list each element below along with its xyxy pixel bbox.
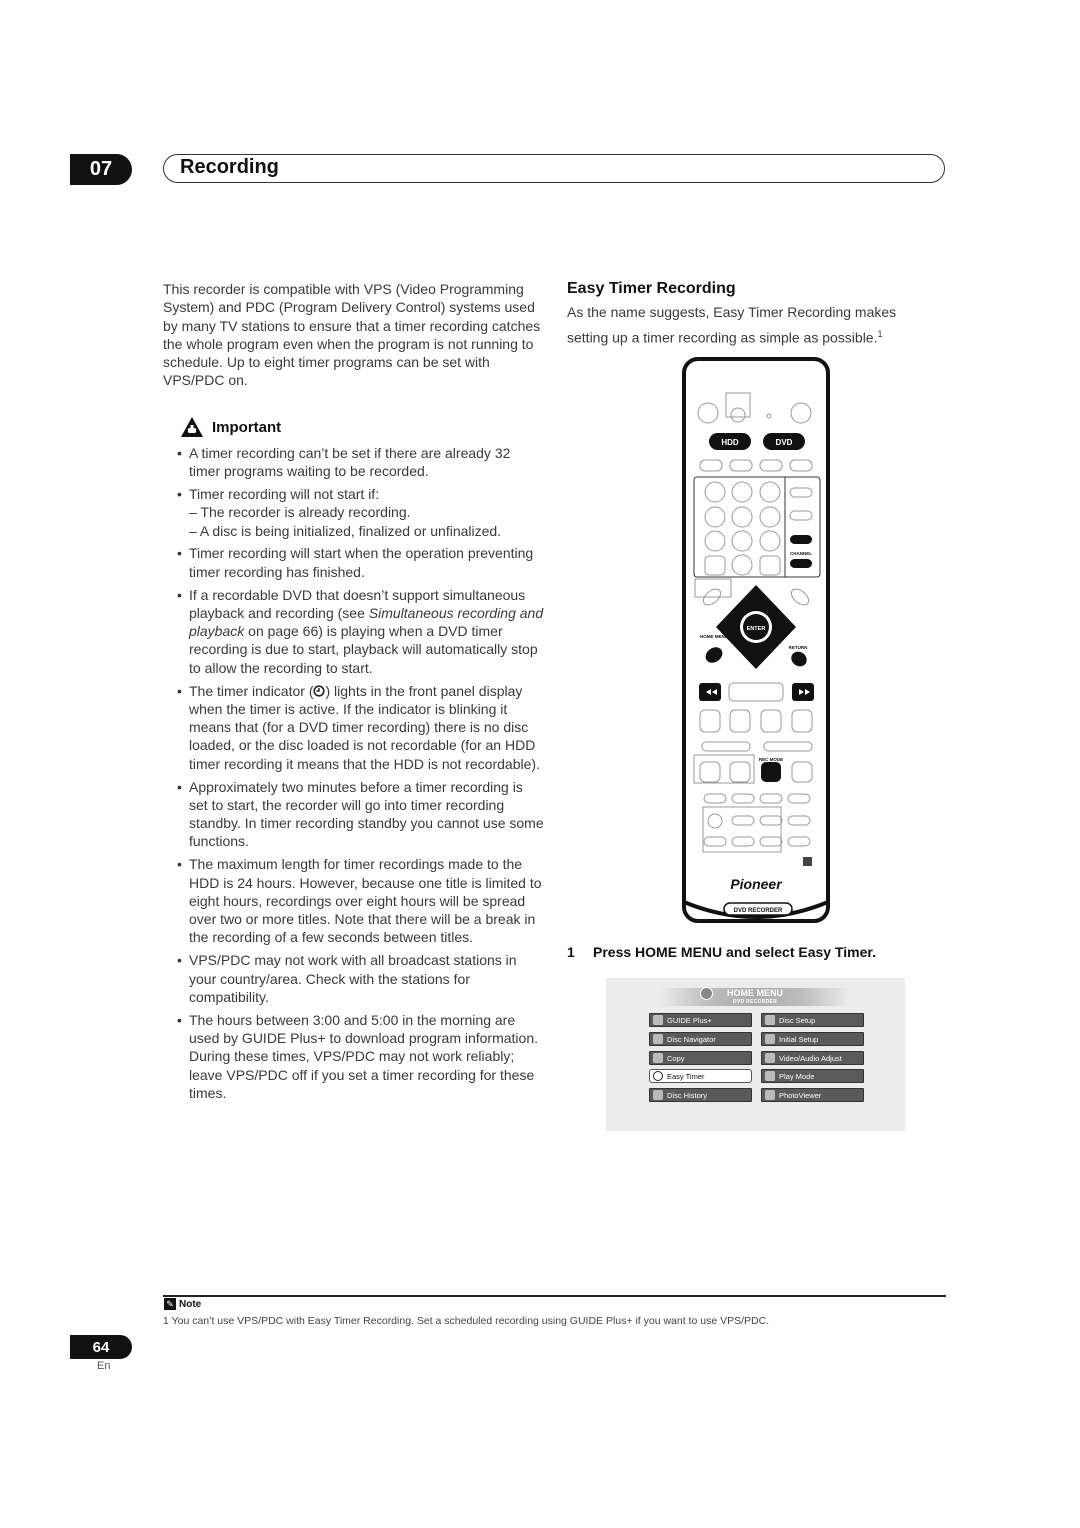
list-item: VPS/PDC may not work with all broadcast … [177,951,544,1006]
menu-item-photoviewer[interactable]: PhotoViewer [761,1088,864,1102]
guide-plus-icon [653,1015,663,1025]
menu-item-disc-history[interactable]: Disc History [649,1088,752,1102]
remote-control-illustration: HDD DVD CHANNEL ENTER HOME MENU RETURN R… [682,357,830,923]
menu-item-play-mode[interactable]: Play Mode [761,1069,864,1083]
menu-item-label: Copy [667,1053,685,1063]
footnote-text: 1 You can’t use VPS/PDC with Easy Timer … [163,1315,770,1327]
menu-item-initial-setup[interactable]: Initial Setup [761,1032,864,1046]
chapter-number: 07 [70,154,132,185]
return-label: RETURN [789,645,808,650]
step-number: 1 [567,944,575,960]
dvd-button-label: DVD [776,438,793,447]
pencil-icon: ✎ [164,1298,176,1310]
page-number: 64 [70,1335,132,1359]
list-item: The timer indicator () lights in the fro… [177,682,544,773]
chapter-title-frame [163,154,945,183]
menu-item-label: GUIDE Plus+ [667,1015,712,1025]
intro-paragraph: This recorder is compatible with VPS (Vi… [163,281,541,389]
chapter-title: Recording [180,156,279,178]
play-mode-icon [765,1071,775,1081]
bullet-text: A timer recording can’t be set if there … [189,445,511,480]
menu-item-copy[interactable]: Copy [649,1051,752,1065]
sub-item: – The recorder is already recording. [189,504,411,521]
sub-item: – A disc is being initialized, finalized… [189,522,502,539]
bullet-text: The timer indicator ( [189,682,314,699]
note-divider [163,1295,946,1297]
list-item: If a recordable DVD that doesn’t support… [177,586,544,677]
menu-item-video-audio-adjust[interactable]: Video/Audio Adjust [761,1051,864,1065]
copy-icon [653,1053,663,1063]
menu-item-disc-setup[interactable]: Disc Setup [761,1013,864,1027]
menu-item-label: Easy Timer [667,1071,705,1081]
bullet-text: VPS/PDC may not work with all broadcast … [189,952,517,1005]
timer-icon [313,684,326,697]
note-label: Note [179,1298,202,1310]
hdd-button-label: HDD [721,438,739,447]
brand-logo: Pioneer [730,876,783,892]
menu-item-disc-navigator[interactable]: Disc Navigator [649,1032,752,1046]
section-description: As the name suggests, Easy Timer Recordi… [567,301,937,349]
rec-mode-label: REC MODE [759,757,783,762]
photo-icon [765,1090,775,1100]
model-label: DVD RECORDER [734,908,783,914]
step-text: Press HOME MENU and select Easy Timer. [593,944,876,960]
list-item: Timer recording will start when the oper… [177,544,544,581]
rec-mode-button [761,762,781,782]
menu-item-label: Video/Audio Adjust [779,1053,842,1063]
menu-item-label: Disc Setup [779,1015,816,1025]
page-language: En [97,1360,111,1372]
menu-item-label: Initial Setup [779,1034,819,1044]
section-heading: Easy Timer Recording [567,280,736,297]
bullet-text: The hours between 3:00 and 5:00 in the m… [189,1011,539,1101]
menu-item-label: PhotoViewer [779,1090,822,1100]
menu-title-bar: HOME MENU DVD RECORDER [660,987,850,1006]
list-item: The maximum length for timer recordings … [177,855,544,946]
important-label: Important [212,418,282,436]
list-item: A timer recording can’t be set if there … [177,444,544,481]
menu-item-label: Play Mode [779,1071,815,1081]
list-item: Timer recording will not start if: – The… [177,485,544,540]
menu-item-label: Disc Navigator [667,1034,716,1044]
list-item: The hours between 3:00 and 5:00 in the m… [177,1011,544,1102]
disc-navigator-icon [653,1034,663,1044]
warning-hand-icon [181,417,203,437]
bullet-text: Timer recording will not start if: [189,486,380,503]
menu-title: HOME MENU [727,988,783,998]
video-audio-icon [765,1053,775,1063]
description-text: As the name suggests, Easy Timer Recordi… [567,304,897,346]
important-list: A timer recording can’t be set if there … [177,444,544,1107]
menu-item-easy-timer[interactable]: Easy Timer [649,1069,752,1083]
enter-label: ENTER [747,626,766,632]
important-heading: Important [180,416,281,438]
step-instruction: 1 Press HOME MENU and select Easy Timer. [567,944,876,960]
bullet-text: Timer recording will start when the oper… [189,545,534,580]
disc-setup-icon [765,1015,775,1025]
list-item: Approximately two minutes before a timer… [177,778,544,851]
menu-item-label: Disc History [667,1090,708,1100]
disc-history-icon [653,1090,663,1100]
bullet-text: The maximum length for timer recordings … [189,856,542,946]
home-menu-screenshot: HOME MENU DVD RECORDER GUIDE Plus+ Disc … [606,978,905,1131]
home-menu-label: HOME MENU [700,634,728,639]
menu-item-guide-plus[interactable]: GUIDE Plus+ [649,1013,752,1027]
footnote-ref: 1 [877,329,883,339]
bullet-text: Approximately two minutes before a timer… [189,778,544,850]
channel-label: CHANNEL [790,551,812,556]
menu-subtitle: DVD RECORDER [732,999,778,1005]
clock-icon [653,1071,663,1081]
note-heading: ✎ Note [164,1298,201,1310]
initial-setup-icon [765,1034,775,1044]
